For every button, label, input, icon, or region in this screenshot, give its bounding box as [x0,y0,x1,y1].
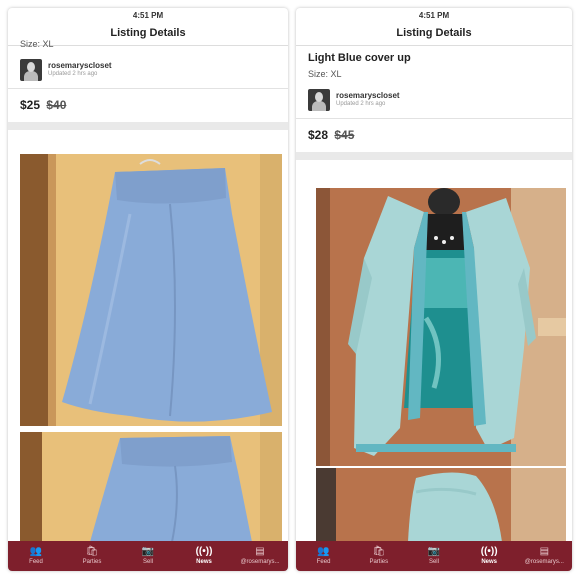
tab-label: Parties [82,558,102,565]
tab-rosemarys[interactable]: ▤ @rosemarys... [234,546,286,567]
screenshot-collage: 4:51 PM Listing Details Size: XL rosemar… [0,0,580,580]
tab-label: Sell [428,558,439,565]
left-listing-screen: 4:51 PM Listing Details Size: XL rosemar… [8,8,288,571]
price: $28 [308,128,329,142]
product-photo-1[interactable] [20,154,282,426]
news-icon: ((•)) [195,545,213,557]
original-price: $45 [334,128,355,142]
bottom-tab-bar: 👥 Feed 🛍 Parties 📷 Sell ((•)) News ▤ @rosemarys..… [8,541,288,571]
page-title: Listing Details [296,22,572,46]
tab-news[interactable]: ((•)) News [463,546,515,567]
tab-feed[interactable]: 👥 Feed [298,546,350,567]
seller-info[interactable]: rosemaryscloset Updated 2 hrs ago [296,82,572,118]
tab-label: Sell [142,558,153,565]
separator [296,152,572,160]
tab-label: Feed [29,558,43,565]
price-row: $28 $45 [296,118,572,152]
tab-news[interactable]: ((•)) News [178,546,230,567]
tab-feed[interactable]: 👥 Feed [10,546,62,567]
status-bar-time: 4:51 PM [132,11,164,20]
price-row: $25 $40 [8,88,288,122]
tab-label: @rosemarys... [240,558,280,565]
tab-parties[interactable]: 🛍 Parties [66,546,118,567]
tab-label: Feed [316,558,331,565]
people-icon: 👥 [317,545,330,557]
tab-label: @rosemarys... [524,558,564,565]
tab-label: News [481,558,497,565]
news-icon: ((•)) [480,545,498,557]
tab-sell[interactable]: 📷 Sell [408,546,460,567]
closet-icon: ▤ [539,545,550,557]
item-title: Light Blue cover up [308,52,411,64]
original-price: $40 [46,98,67,112]
camera-icon: 📷 [427,545,441,557]
tab-label: Parties [369,558,389,565]
people-icon: 👥 [29,545,43,557]
separator [8,122,288,130]
tab-label: News [196,558,212,565]
seller-avatar[interactable] [20,59,42,81]
parties-icon: 🛍 [372,545,386,557]
right-listing-screen: 4:51 PM Listing Details Light Blue cover… [296,8,572,571]
seller-name[interactable]: rosemaryscloset [336,91,400,100]
price: $25 [20,98,41,112]
tab-parties[interactable]: 🛍 Parties [353,546,405,567]
seller-avatar[interactable] [308,89,330,111]
product-photo-2[interactable] [20,432,282,542]
tab-sell[interactable]: 📷 Sell [122,546,174,567]
status-bar-time: 4:51 PM [418,11,450,20]
bottom-tab-bar: 👥 Feed 🛍 Parties 📷 Sell ((•)) News ▤ @rosemarys..… [296,541,572,571]
seller-updated: Updated 2 hrs ago [336,101,386,107]
parties-icon: 🛍 [85,545,99,557]
size-label: Size: XL [308,69,342,79]
tab-rosemarys[interactable]: ▤ @rosemarys... [518,546,570,567]
product-photo-2[interactable] [316,468,566,542]
seller-info[interactable]: rosemaryscloset Updated 2 hrs ago [8,52,288,88]
seller-updated: Updated 2 hrs ago [48,71,98,77]
camera-icon: 📷 [141,545,155,557]
closet-icon: ▤ [255,545,265,557]
product-photo-1[interactable] [316,188,566,466]
seller-name[interactable]: rosemaryscloset [48,61,112,70]
